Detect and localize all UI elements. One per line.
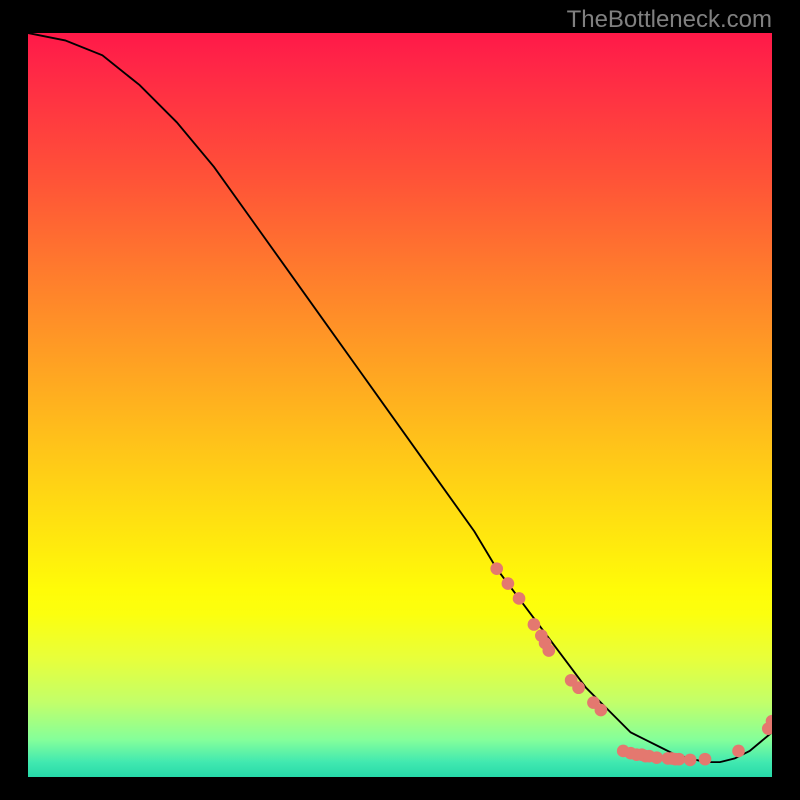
data-marker bbox=[502, 577, 515, 590]
data-marker bbox=[684, 754, 697, 767]
data-marker bbox=[572, 681, 585, 694]
data-marker bbox=[513, 592, 526, 605]
data-marker bbox=[595, 704, 608, 717]
watermark-text: TheBottleneck.com bbox=[567, 6, 772, 34]
plot-area bbox=[28, 33, 772, 777]
data-marker bbox=[542, 644, 555, 657]
data-marker bbox=[732, 745, 745, 758]
data-marker bbox=[650, 751, 663, 764]
chart-svg bbox=[28, 33, 772, 777]
bottleneck-curve bbox=[28, 33, 772, 762]
chart-container: TheBottleneck.com bbox=[0, 0, 800, 800]
data-marker bbox=[673, 753, 686, 766]
data-marker bbox=[699, 753, 712, 766]
data-marker bbox=[490, 562, 503, 575]
data-marker bbox=[528, 618, 541, 631]
data-markers bbox=[490, 562, 772, 766]
